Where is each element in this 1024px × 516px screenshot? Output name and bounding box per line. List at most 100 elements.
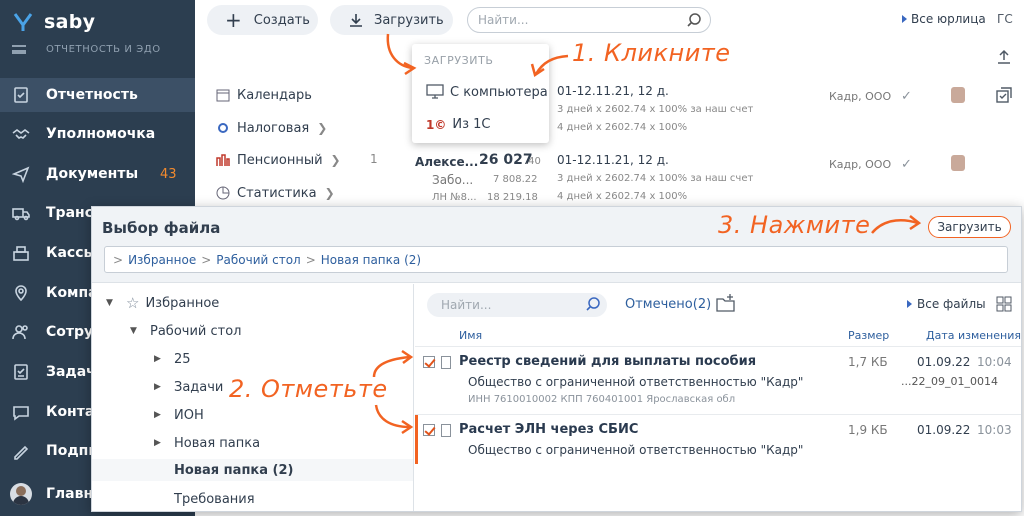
tree-node-25[interactable]: ▶ 25 — [154, 348, 191, 370]
search-icon[interactable] — [585, 296, 601, 315]
annotation-step-1: 1. Кликните — [572, 39, 731, 67]
report-amount-decimals: .40 — [525, 156, 541, 167]
tree-node-label: 25 — [174, 351, 191, 367]
category-statistics[interactable]: Статистика ❯ — [215, 183, 335, 203]
report-org: Кадр, ООО — [829, 158, 892, 171]
report-detail: 4 дней x 2602.74 x 100% — [557, 191, 688, 202]
category-label: Налоговая — [237, 120, 310, 136]
check-icon: ✓ — [901, 157, 912, 172]
file-inn: ИНН 7610010002 КПП 760401001 Ярославская… — [468, 394, 736, 405]
dialog-upload-button[interactable]: Загрузить — [928, 216, 1011, 238]
upload-from-computer[interactable]: С компьютера — [426, 84, 548, 100]
dialog-header: Выбор файла 3. Нажмите Загрузить > Избра… — [92, 207, 1021, 283]
menu-icon[interactable] — [12, 45, 26, 54]
brand-name: saby — [44, 11, 96, 33]
top-toolbar: + Создать Загрузить Найти... Все юрлица … — [195, 0, 1024, 40]
create-label: Создать — [253, 12, 310, 28]
breadcrumb: > Избранное > Рабочий стол > Новая папка… — [104, 246, 1008, 273]
chevron-right-icon: > — [305, 252, 316, 267]
export-icon[interactable] — [995, 48, 1013, 70]
category-pension[interactable]: Пенсионный ❯ — [215, 150, 341, 170]
column-name[interactable]: Имя — [459, 329, 482, 342]
caret-right-icon: ▶ — [154, 382, 161, 392]
saby-logo[interactable]: saby — [12, 8, 95, 36]
column-size[interactable]: Размер — [848, 329, 889, 342]
report-org: Кадр, ООО — [829, 90, 892, 103]
tree-node-desktop[interactable]: ▼ Рабочий стол — [130, 320, 241, 342]
report-period: 01-12.11.21, 12 д. — [557, 153, 669, 167]
report-detail: 3 дней x 2602.74 x 100% за наш счет — [557, 104, 754, 115]
tree-node-label: Новая папка (2) — [174, 462, 294, 478]
check-icon: ✓ — [901, 89, 912, 104]
sidebar-item-label: Конта — [46, 404, 95, 420]
report-detail: 3 дней x 2602.74 x 100% за наш счет — [557, 173, 754, 184]
tree-node-label: Задачи — [174, 379, 224, 395]
marked-filter[interactable]: Отмечено(2) — [625, 297, 711, 312]
column-date[interactable]: Дата изменения — [926, 329, 1021, 342]
breadcrumb-item[interactable]: Избранное — [128, 253, 196, 267]
file-search-input[interactable]: Найти... — [427, 293, 607, 317]
tasks-icon — [12, 363, 30, 381]
file-date: 01.09.22 — [917, 423, 971, 437]
chevron-right-icon: > — [201, 252, 212, 267]
tree-node-new-folder-2[interactable]: Новая папка (2) — [92, 459, 413, 481]
sidebar-item-poa[interactable]: Уполномочка — [0, 117, 195, 151]
file-time: 10:03 — [977, 423, 1012, 437]
tree-node-favorites[interactable]: ▼ ☆ Избранное — [106, 292, 219, 314]
tree-node-requirements[interactable]: Требования — [174, 488, 255, 510]
chevron-right-icon: ❯ — [330, 153, 341, 167]
calendar-icon — [215, 87, 231, 103]
file-checkbox[interactable] — [423, 424, 435, 436]
employee-name: Алексе... — [415, 155, 479, 169]
breadcrumb-item[interactable]: Новая папка (2) — [321, 253, 421, 267]
category-calendar[interactable]: Календарь — [215, 85, 312, 105]
upload-from-1c[interactable]: 1© Из 1С — [426, 117, 490, 132]
report-period: 01-12.11.21, 12 д. — [557, 84, 669, 98]
search-placeholder: Найти... — [441, 298, 492, 312]
1c-logo-icon: 1© — [426, 117, 447, 132]
sidebar-item-reporting[interactable]: Отчетность — [0, 78, 195, 112]
sidebar-subtitle: ОТЧЕТНОСТЬ И ЭДО — [12, 44, 161, 55]
category-tax[interactable]: Налоговая ❯ — [215, 118, 327, 138]
select-mode-icon[interactable] — [995, 86, 1013, 108]
report-detail: 4 дней x 2602.74 x 100% — [557, 122, 688, 133]
file-org: Общество с ограниченной ответственностью… — [468, 375, 804, 389]
file-name: Расчет ЭЛН через СБИС — [459, 422, 639, 437]
category-label: Статистика — [237, 185, 317, 201]
signature-icon — [12, 442, 30, 460]
tree-node-tasks[interactable]: ▶ Задачи — [154, 376, 223, 398]
file-picker-dialog: Выбор файла 3. Нажмите Загрузить > Избра… — [91, 206, 1022, 512]
chevron-right-icon: ❯ — [324, 186, 335, 200]
file-size: 1,9 КБ — [848, 423, 888, 437]
new-folder-icon[interactable] — [715, 293, 737, 317]
search-icon[interactable] — [686, 12, 702, 31]
dialog-title: Выбор файла — [102, 219, 221, 237]
file-checkbox[interactable] — [423, 356, 435, 368]
user-photo-icon — [951, 87, 965, 103]
contacts-icon — [12, 403, 30, 421]
handshake-icon — [12, 125, 30, 143]
gear-icon — [215, 120, 231, 136]
create-button[interactable]: + Создать — [207, 5, 318, 35]
category-label: Пенсионный — [237, 152, 323, 168]
all-orgs-filter[interactable]: Все юрлица — [902, 12, 986, 26]
breadcrumb-item[interactable]: Рабочий стол — [216, 253, 300, 267]
report-icon — [12, 86, 30, 104]
star-icon: ☆ — [126, 294, 140, 312]
avatar-icon — [10, 483, 32, 505]
sidebar-item-label: Документы — [46, 166, 139, 182]
section-subtitle: ОТЧЕТНОСТЬ И ЭДО — [46, 44, 161, 55]
report-sub-value: 18 219.18 — [487, 192, 538, 203]
sidebar-item-documents[interactable]: Документы 43 — [0, 157, 195, 191]
saby-logo-icon — [12, 11, 34, 33]
file-row[interactable]: Реестр сведений для выплаты пособия Обще… — [415, 346, 1021, 410]
caret-right-icon: ▶ — [154, 410, 161, 420]
report-sub-label: Забо... — [432, 173, 474, 187]
grid-view-icon[interactable] — [996, 296, 1012, 316]
caret-down-icon: ▼ — [130, 326, 137, 336]
tree-node-ion[interactable]: ▶ ИОН — [154, 404, 204, 426]
file-row[interactable]: Расчет ЭЛН через СБИС Общество с огранич… — [415, 414, 1021, 464]
org-logo[interactable]: ГС — [997, 12, 1013, 26]
tree-node-new-folder[interactable]: ▶ Новая папка — [154, 432, 260, 454]
all-files-filter[interactable]: Все файлы — [907, 297, 986, 311]
